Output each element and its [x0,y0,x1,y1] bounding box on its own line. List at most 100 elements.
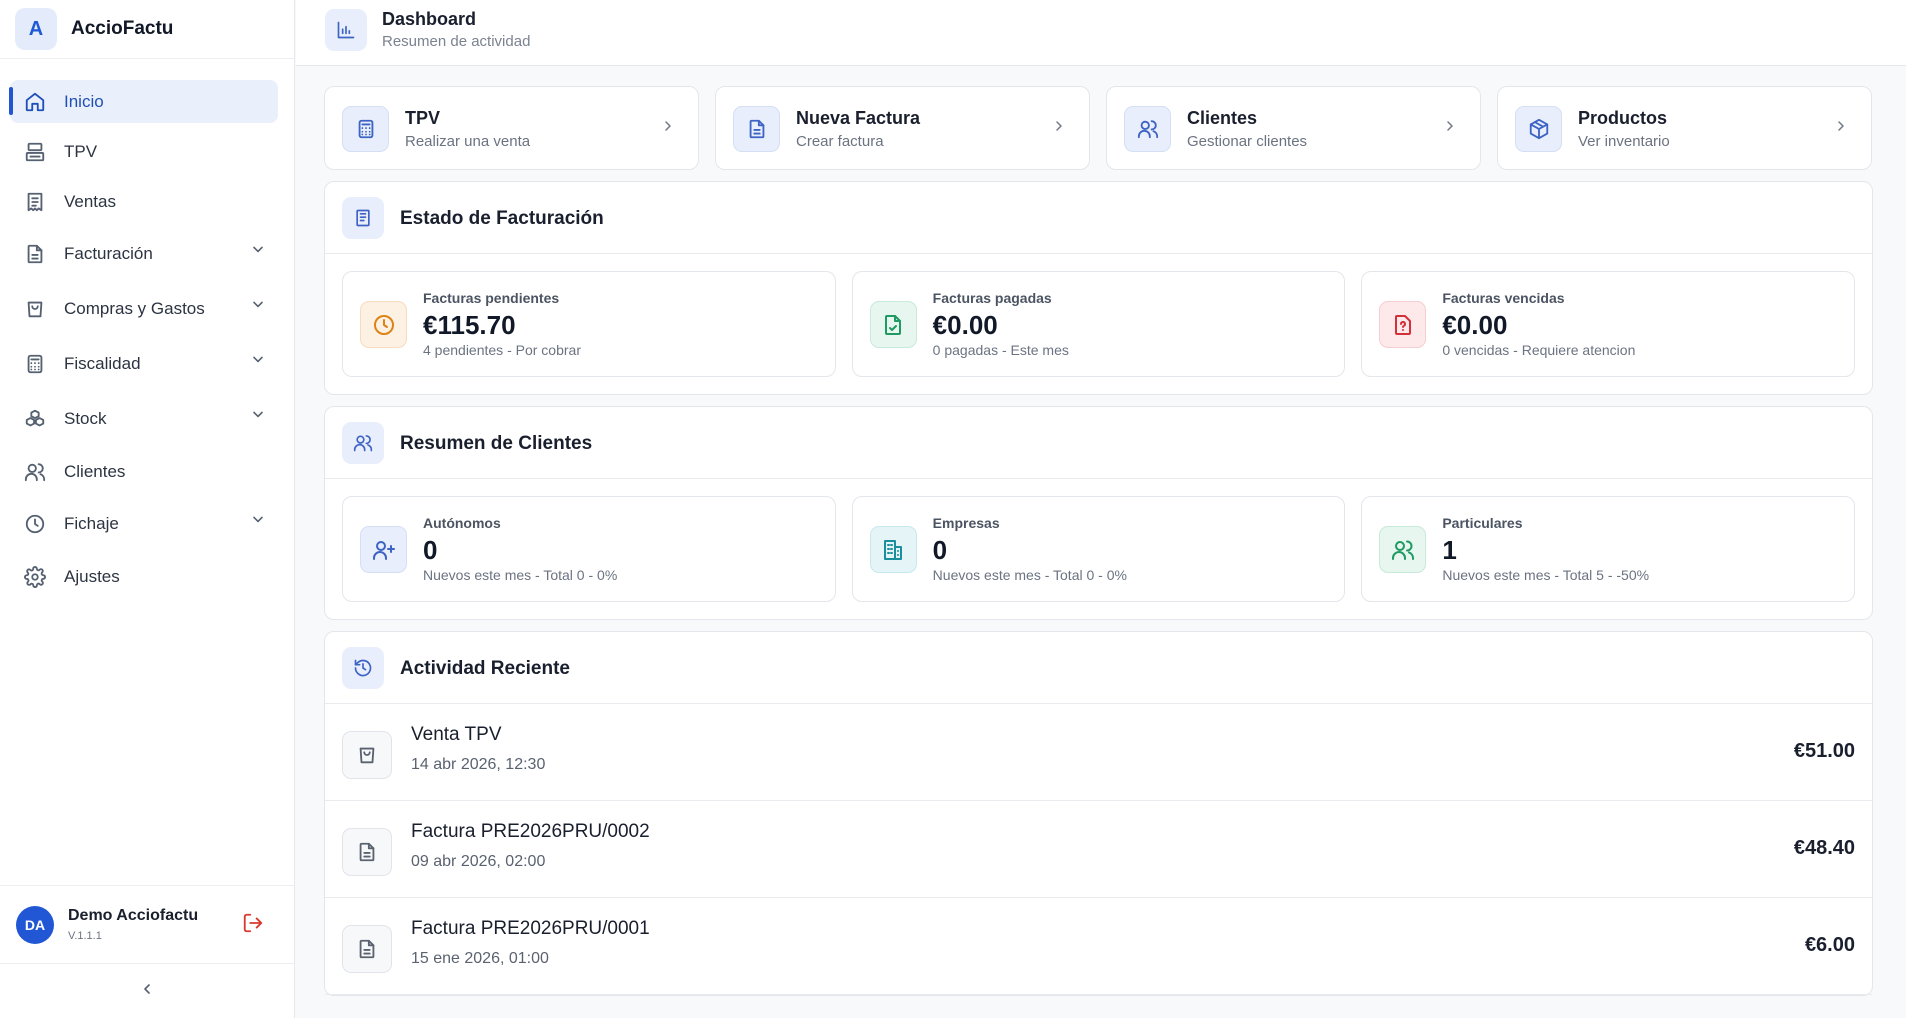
stat-card-pendientes[interactable]: Facturas pendientes €115.70 4 pendientes… [342,271,836,377]
quick-actions: TPV Realizar una venta Nueva Factura Cre… [324,86,1873,170]
section-title: Estado de Facturación [400,208,604,229]
stat-card-vencidas[interactable]: Facturas vencidas €0.00 0 vencidas - Req… [1361,271,1856,377]
stat-label: Empresas [932,515,1000,531]
stat-card-empresas[interactable]: Empresas 0 Nuevos este mes - Total 0 - 0… [851,496,1346,602]
clock-icon [23,512,47,536]
stat-label: Autónomos [423,515,501,531]
stat-value: €0.00 [932,310,998,340]
activity-title: Venta TPV [411,724,502,745]
chevron-down-icon[interactable] [250,296,266,317]
quick-action-subtitle: Realizar una venta [405,133,531,150]
register-icon [23,140,47,164]
stat-label: Facturas pagadas [932,290,1052,306]
chevron-right-icon [660,118,676,139]
collapse-sidebar-button[interactable] [0,963,294,1018]
sidebar-item-inicio[interactable]: Inicio [9,80,278,123]
activity-amount: €51.00 [1793,740,1855,762]
calculator-icon [23,352,47,376]
stat-card-autonomos[interactable]: Autónomos 0 Nuevos este mes - Total 0 - … [342,496,836,602]
billing-cards: Facturas pendientes €115.70 4 pendientes… [325,254,1872,394]
stat-subtext: Nuevos este mes - Total 0 - 0% [423,567,618,583]
shopping-bag-icon [23,297,47,321]
sidebar-item-fiscalidad[interactable]: Fiscalidad [10,340,278,388]
history-icon [342,647,384,689]
chevron-right-icon [1051,118,1067,139]
logout-icon[interactable] [242,912,264,939]
sidebar-item-stock[interactable]: Stock [10,395,278,443]
sidebar-nav: Inicio TPV Ventas Facturación Compras y … [0,59,294,598]
chevron-down-icon[interactable] [250,511,266,532]
chevron-left-icon [139,981,155,1002]
package-icon [1515,106,1562,152]
receipt-icon [23,190,47,214]
sidebar-item-clientes[interactable]: Clientes [10,450,278,493]
sidebar: A AccioFactu Inicio TPV Ventas Facturaci… [0,0,295,1018]
billing-status-section: Estado de Facturación Facturas pendiente… [324,181,1873,395]
activity-amount: €6.00 [1804,934,1855,956]
section-title: Resumen de Clientes [400,433,593,454]
quick-action-productos[interactable]: Productos Ver inventario [1497,86,1872,170]
users-icon [1124,106,1171,152]
activity-item[interactable]: Factura PRE2026PRU/0002 09 abr 2026, 02:… [325,801,1872,898]
sidebar-item-compras[interactable]: Compras y Gastos [10,285,278,333]
sidebar-item-label: Clientes [64,461,126,481]
sidebar-item-label: Stock [64,409,107,428]
user-plus-icon [360,526,407,573]
app-version: V.1.1.1 [68,930,102,942]
stat-subtext: 4 pendientes - Por cobrar [423,342,581,358]
clients-cards: Autónomos 0 Nuevos este mes - Total 0 - … [325,479,1872,619]
quick-action-subtitle: Crear factura [796,133,884,150]
activity-title: Factura PRE2026PRU/0001 [411,918,650,939]
sidebar-item-label: Facturación [64,244,153,263]
stat-value: €0.00 [1442,310,1508,340]
main-content: TPV Realizar una venta Nueva Factura Cre… [324,86,1873,996]
user-info: Demo Acciofactu V.1.1.1 [68,907,198,942]
users-icon [23,460,47,484]
brand[interactable]: A AccioFactu [0,0,294,59]
chevron-down-icon[interactable] [250,241,266,262]
stat-card-pagadas[interactable]: Facturas pagadas €0.00 0 pagadas - Este … [851,271,1346,377]
chevron-down-icon[interactable] [250,351,266,372]
chevron-down-icon[interactable] [250,406,266,427]
stat-card-particulares[interactable]: Particulares 1 Nuevos este mes - Total 5… [1361,496,1856,602]
gear-icon [23,565,47,589]
home-icon [23,90,47,114]
users-icon [342,422,384,464]
page-header: Dashboard Resumen de actividad [296,0,1906,66]
quick-action-title: Nueva Factura [796,108,921,128]
user-profile: DA Demo Acciofactu V.1.1.1 [0,885,294,963]
avatar[interactable]: DA [16,905,54,944]
clock-icon [360,301,407,348]
section-header: Estado de Facturación [325,182,1872,254]
page-title: Dashboard [382,9,477,29]
quick-action-nueva-factura[interactable]: Nueva Factura Crear factura [715,86,1090,170]
document-icon [342,828,392,876]
sidebar-item-fichaje[interactable]: Fichaje [10,500,278,548]
stat-value: 0 [932,535,948,565]
quick-action-tpv[interactable]: TPV Realizar una venta [324,86,699,170]
stat-value: €115.70 [423,310,516,340]
sidebar-item-label: Compras y Gastos [64,299,205,318]
clients-summary-section: Resumen de Clientes Autónomos 0 Nuevos e… [324,406,1873,620]
sidebar-item-label: Ventas [64,191,116,211]
stat-label: Particulares [1442,515,1523,531]
invoice-icon [342,197,384,239]
activity-item[interactable]: Factura PRE2026PRU/0001 15 ene 2026, 01:… [325,898,1872,995]
calculator-icon [342,106,389,152]
document-icon [733,106,780,152]
sidebar-item-tpv[interactable]: TPV [10,130,278,173]
activity-amount: €48.40 [1793,837,1855,859]
sidebar-item-label: TPV [64,141,98,161]
app-logo: A [15,8,57,50]
quick-action-clientes[interactable]: Clientes Gestionar clientes [1106,86,1481,170]
quick-action-subtitle: Gestionar clientes [1187,133,1308,150]
activity-item[interactable]: Venta TPV 14 abr 2026, 12:30 €51.00 [325,704,1872,801]
sidebar-item-label: Fiscalidad [64,354,141,373]
sidebar-item-ventas[interactable]: Ventas [10,180,278,223]
sidebar-item-ajustes[interactable]: Ajustes [10,555,278,598]
stat-value: 0 [423,535,438,565]
activity-date: 09 abr 2026, 02:00 [411,853,546,870]
sidebar-item-facturacion[interactable]: Facturación [10,230,278,278]
document-icon [342,925,392,973]
quick-action-subtitle: Ver inventario [1578,133,1670,150]
